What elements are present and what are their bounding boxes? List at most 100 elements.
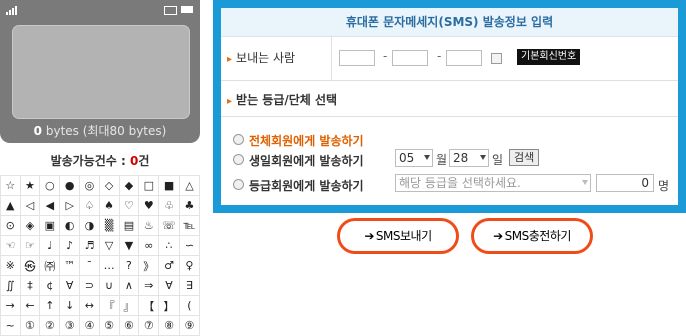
symbol-cell[interactable]: ■	[158, 175, 180, 196]
symbol-cell[interactable]: ◇	[98, 175, 120, 196]
symbol-cell[interactable]: ♠	[98, 195, 120, 216]
sender-phone-part2-input[interactable]	[392, 50, 428, 66]
symbol-cell[interactable]: ∽	[178, 235, 201, 256]
symbol-cell[interactable]: ④	[79, 315, 100, 336]
symbol-cell[interactable]: (	[178, 295, 201, 316]
symbol-cell[interactable]: ◑	[79, 215, 100, 236]
symbol-cell[interactable]: ◆	[118, 175, 140, 196]
symbol-cell[interactable]: 『	[98, 295, 120, 316]
symbol-cell[interactable]: ⑧	[158, 315, 180, 336]
symbol-cell[interactable]: 】	[158, 295, 180, 316]
member-count-input[interactable]: 0	[596, 174, 654, 192]
symbol-cell[interactable]: 》	[138, 255, 160, 276]
symbol-cell[interactable]: ㈜	[39, 255, 61, 276]
radio-grade-members[interactable]	[233, 179, 244, 190]
default-number-button[interactable]: 기본회신번호	[517, 49, 581, 65]
symbol-cell[interactable]: ∃	[178, 275, 201, 296]
month-unit: 월	[436, 153, 448, 167]
symbol-cell[interactable]: □	[138, 175, 160, 196]
symbol-cell[interactable]: ◎	[79, 175, 100, 196]
day-select[interactable]: 28	[449, 149, 489, 167]
symbol-cell[interactable]: ♂	[158, 255, 180, 276]
message-textarea[interactable]	[12, 25, 190, 119]
symbol-cell[interactable]: ←	[19, 295, 41, 316]
symbol-cell[interactable]: ◐	[59, 215, 81, 236]
sender-phone-part3-input[interactable]	[446, 50, 482, 66]
symbol-cell[interactable]: ●	[59, 175, 81, 196]
symbol-cell[interactable]: ~	[0, 315, 21, 336]
member-count-unit: 명	[658, 179, 670, 193]
symbol-cell[interactable]: ℡	[178, 215, 201, 236]
symbol-cell[interactable]: ◀	[39, 195, 61, 216]
symbol-cell[interactable]: ♡	[118, 195, 140, 216]
symbol-cell[interactable]: △	[178, 175, 201, 196]
symbol-cell[interactable]: ↓	[59, 295, 81, 316]
symbol-cell[interactable]: ♨	[138, 215, 160, 236]
symbol-cell[interactable]: ∧	[118, 275, 140, 296]
symbol-row: ~ ① ② ③ ④ ⑤ ⑥ ⑦ ⑧ ⑨	[0, 315, 201, 336]
symbol-cell[interactable]: ∬	[0, 275, 21, 296]
symbol-cell[interactable]: ★	[19, 175, 41, 196]
month-select[interactable]: 05	[395, 149, 433, 167]
symbol-cell[interactable]: ▒	[98, 215, 120, 236]
radio-all-members[interactable]	[233, 134, 244, 145]
symbol-cell[interactable]: ♬	[79, 235, 100, 256]
symbol-cell[interactable]: ☏	[158, 215, 180, 236]
symbol-cell[interactable]: ①	[19, 315, 41, 336]
symbol-cell[interactable]: 【	[138, 295, 160, 316]
symbol-cell[interactable]: ↔	[79, 295, 100, 316]
symbol-cell[interactable]: ♪	[59, 235, 81, 256]
symbol-cell[interactable]: ♤	[79, 195, 100, 216]
symbol-cell[interactable]: ♧	[158, 195, 180, 216]
symbol-cell[interactable]: ☆	[0, 175, 21, 196]
symbol-cell[interactable]: ↑	[39, 295, 61, 316]
symbol-cell[interactable]: ∪	[98, 275, 120, 296]
symbol-cell[interactable]: ∀	[59, 275, 81, 296]
symbol-cell[interactable]: ☞	[19, 235, 41, 256]
symbol-cell[interactable]: ♥	[138, 195, 160, 216]
symbol-cell[interactable]: ¢	[39, 275, 61, 296]
symbol-cell[interactable]: ▣	[39, 215, 61, 236]
default-number-checkbox[interactable]	[491, 53, 502, 64]
symbol-cell[interactable]: ○	[39, 175, 61, 196]
symbol-cell[interactable]: 』	[118, 295, 140, 316]
symbol-cell[interactable]: ▷	[59, 195, 81, 216]
symbol-cell[interactable]: ▽	[98, 235, 120, 256]
symbol-cell[interactable]: ?	[118, 255, 140, 276]
symbol-cell[interactable]: ▤	[118, 215, 140, 236]
sender-phone-part1-input[interactable]	[339, 50, 375, 66]
symbol-cell[interactable]: ♩	[39, 235, 61, 256]
symbol-cell[interactable]: ¯	[79, 255, 100, 276]
symbol-cell[interactable]: ∀	[158, 275, 180, 296]
symbol-cell[interactable]: ②	[39, 315, 61, 336]
symbol-cell[interactable]: ∴	[158, 235, 180, 256]
radio-birthday-members[interactable]	[233, 154, 244, 165]
symbol-cell[interactable]: ⇒	[138, 275, 160, 296]
symbol-cell[interactable]: →	[0, 295, 21, 316]
grade-select[interactable]: 해당 등급을 선택하세요.	[395, 174, 591, 192]
symbol-cell[interactable]: ‡	[19, 275, 41, 296]
symbol-cell[interactable]: ™	[59, 255, 81, 276]
symbol-cell[interactable]: ⑤	[98, 315, 120, 336]
symbol-cell[interactable]: ☜	[0, 235, 21, 256]
symbol-cell[interactable]: ③	[59, 315, 81, 336]
symbol-cell[interactable]: ▲	[0, 195, 21, 216]
symbol-cell[interactable]: ※	[0, 255, 21, 276]
symbol-cell[interactable]: …	[98, 255, 120, 276]
symbol-cell[interactable]: ㉿	[19, 255, 41, 276]
symbol-cell[interactable]: ◈	[19, 215, 41, 236]
charge-sms-button[interactable]: ➔ SMS충전하기	[471, 218, 593, 254]
symbol-cell[interactable]: ∞	[138, 235, 160, 256]
send-sms-button[interactable]: ➔ SMS보내기	[337, 218, 459, 254]
search-button[interactable]: 검색	[509, 149, 540, 166]
symbol-cell[interactable]: ⊃	[79, 275, 100, 296]
symbol-cell[interactable]: ⑥	[118, 315, 140, 336]
symbol-cell[interactable]: ⑦	[138, 315, 160, 336]
symbol-cell[interactable]: ♣	[178, 195, 201, 216]
symbol-cell[interactable]: ⊙	[0, 215, 21, 236]
symbol-cell[interactable]: ◁	[19, 195, 41, 216]
symbol-cell[interactable]: ▼	[118, 235, 140, 256]
symbol-cell[interactable]: ⑨	[178, 315, 201, 336]
send-count-label: 발송가능건수 :	[50, 154, 130, 168]
symbol-cell[interactable]: ♀	[178, 255, 201, 276]
